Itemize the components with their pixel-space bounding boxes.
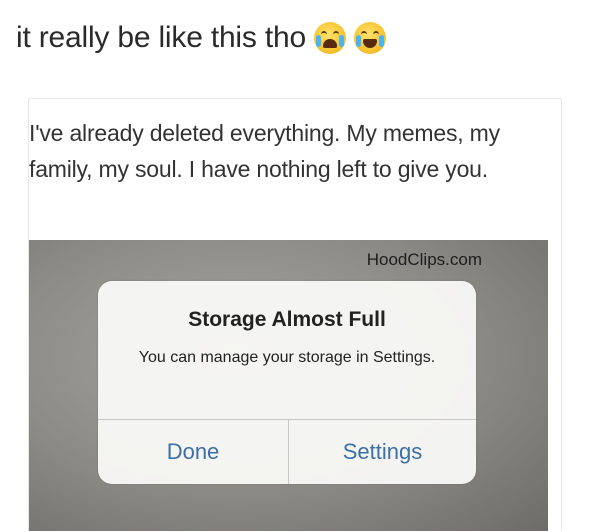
post-card: I've already deleted everything. My meme… [28,98,562,531]
loudly-crying-face-icon [313,22,346,54]
alert-title: Storage Almost Full [188,308,386,331]
alert-message: You can manage your storage in Settings. [138,349,436,366]
caption: it really be like this tho [16,18,386,58]
watermark: HoodClips.com [366,250,482,269]
caption-text: it really be like this tho [16,21,306,54]
post-text: I've already deleted everything. My meme… [29,120,500,182]
done-button[interactable]: Done [98,420,288,484]
settings-button[interactable]: Settings [289,420,476,484]
storage-alert-dialog: Storage Almost Full You can manage your … [98,281,476,484]
tears-of-joy-face-icon [353,22,386,54]
phone-screenshot: HoodClips.com Storage Almost Full You ca… [29,240,548,531]
